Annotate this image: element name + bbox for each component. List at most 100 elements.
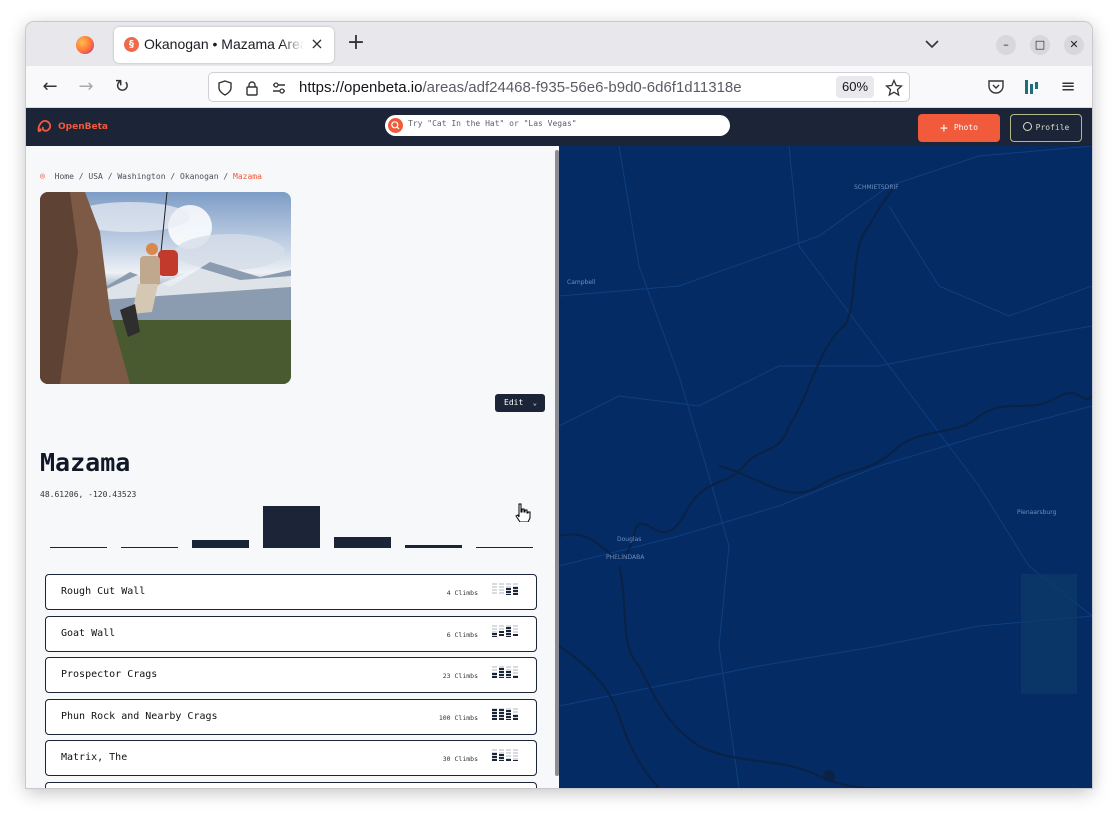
shield-icon[interactable] [217, 80, 233, 96]
tab-list-chevron-icon[interactable] [922, 34, 942, 54]
grade-distribution-column [513, 624, 518, 637]
openbeta-favicon-icon: § [124, 37, 139, 52]
breadcrumb-item-home[interactable]: Home [55, 172, 74, 181]
grade-distribution-fill [499, 630, 504, 637]
pocket-icon[interactable] [987, 78, 1005, 96]
firefox-icon[interactable] [76, 36, 94, 54]
area-photo[interactable] [40, 192, 291, 384]
forward-icon[interactable]: → [73, 75, 99, 99]
site-header: OpenBeta Try "Cat In the Hat" or "Las Ve… [26, 108, 1092, 146]
add-photo-button[interactable]: + Photo [918, 114, 1000, 142]
breadcrumb-separator: / [107, 172, 113, 181]
back-icon[interactable]: ← [37, 75, 63, 99]
subarea-card[interactable]: Rough Cut Wall 4 Climbs [45, 574, 537, 610]
area-coordinates[interactable]: 48.61206, -120.43523 [40, 490, 136, 499]
menu-icon[interactable]: ≡ [1055, 75, 1081, 99]
permissions-icon[interactable] [271, 80, 287, 96]
hand-cursor-icon [515, 503, 531, 522]
breadcrumb-item-washington[interactable]: Washington [117, 172, 165, 181]
edit-dropdown-button[interactable]: Edit ⌄ [495, 394, 545, 412]
browser-window: § Okanogan • Mazama Area × + – □ ✕ ← → ↻… [26, 22, 1092, 788]
openbeta-logo-icon [37, 120, 52, 133]
grade-distribution-fill [499, 668, 504, 678]
photo-label: Photo [953, 123, 978, 132]
url-text[interactable]: https://openbeta.io/areas/adf24468-f935-… [299, 79, 742, 96]
subarea-climb-count: 4 Climbs [446, 589, 478, 597]
zoom-level[interactable]: 60% [836, 76, 874, 98]
grade-distribution-fill [492, 752, 497, 761]
grade-distribution-column [492, 707, 497, 720]
new-tab-button[interactable]: + [344, 32, 368, 56]
grade-distribution-fill [492, 708, 497, 720]
grade-distribution-column [513, 583, 518, 595]
location-pin-icon: ⌾ [40, 172, 45, 181]
grade-distribution-column [499, 707, 504, 720]
grade-distribution-fill [499, 753, 504, 761]
breadcrumb-item-okanogan[interactable]: Okanogan [180, 172, 219, 181]
grade-distribution-fill [513, 675, 518, 678]
subarea-climb-count: 100 Climbs [438, 713, 478, 722]
breadcrumb-item-usa[interactable]: USA [88, 172, 102, 181]
map-label: PHELINDABA [606, 554, 645, 561]
search-placeholder: Try "Cat In the Hat" or "Las Vegas" [408, 119, 577, 128]
grade-distribution-fill [506, 587, 511, 595]
grade-distribution-column [513, 749, 518, 761]
tab-active[interactable]: § Okanogan • Mazama Area × [114, 27, 334, 63]
map[interactable]: SCHMIETSDRIF Campbell Douglas PHELINDABA… [559, 146, 1092, 788]
subarea-name: Goat Wall [61, 627, 116, 639]
map-label: Pienaarsburg [1017, 509, 1057, 516]
search-input[interactable]: Try "Cat In the Hat" or "Las Vegas" [385, 115, 730, 136]
grade-distribution-fill [513, 634, 518, 637]
chevron-down-icon: ⌄ [532, 399, 537, 407]
map-canvas [559, 146, 1092, 788]
profile-label: Profile [1035, 123, 1070, 132]
map-label: Campbell [567, 279, 596, 286]
map-label: Douglas [617, 536, 642, 543]
bookmark-star-icon[interactable] [885, 79, 903, 97]
plus-icon: + [940, 121, 948, 136]
grade-distribution-column [499, 583, 504, 595]
histogram-bar [263, 506, 320, 548]
breadcrumb-separator: / [170, 172, 176, 181]
subarea-climb-count: 23 Climbs [442, 672, 478, 680]
breadcrumb-separator: / [78, 172, 84, 181]
profile-button[interactable]: Profile [1010, 114, 1082, 142]
reload-icon[interactable]: ↻ [109, 75, 135, 99]
extension-icon[interactable] [1023, 78, 1041, 96]
grade-distribution-fill [499, 708, 504, 720]
subarea-card-partial[interactable] [45, 781, 537, 788]
close-window-icon[interactable]: ✕ [1064, 35, 1084, 55]
subarea-name: Prospector Crags [61, 669, 158, 680]
subarea-climb-count: 6 Climbs [446, 630, 478, 639]
map-label: SCHMIETSDRIF [854, 184, 899, 191]
grade-distribution-column [492, 749, 497, 761]
subarea-name: Phun Rock and Nearby Crags [61, 710, 218, 722]
grade-distribution-column [506, 749, 511, 761]
grade-distribution-column [492, 624, 497, 637]
url-bar[interactable]: https://openbeta.io/areas/adf24468-f935-… [208, 72, 910, 102]
openbeta-logo[interactable]: OpenBeta [36, 118, 108, 136]
grade-histogram [50, 504, 535, 548]
lock-icon[interactable] [244, 80, 260, 96]
close-tab-icon[interactable]: × [308, 35, 326, 53]
subarea-card[interactable]: Goat Wall 6 Climbs [45, 615, 537, 652]
grade-distribution-fill [506, 709, 511, 720]
histogram-bar [476, 546, 533, 548]
grade-distribution-column [513, 707, 518, 720]
subarea-card[interactable]: Matrix, The 30 Climbs [45, 740, 537, 776]
grade-distribution-column [499, 749, 504, 761]
grade-distribution-fill [506, 626, 511, 637]
subarea-name: Matrix, The [61, 752, 128, 763]
subarea-list: Rough Cut Wall 4 Climbs Goat Wall 6 Climbs P… [45, 574, 537, 788]
grade-distribution-column [499, 624, 504, 637]
edit-label: Edit [504, 398, 524, 407]
grade-distribution-column [506, 624, 511, 637]
subarea-card[interactable]: Prospector Crags 23 Climbs [45, 657, 537, 693]
breadcrumb: ⌾ Home / USA / Washington / Okanogan / M… [40, 172, 262, 181]
histogram-bar [405, 545, 462, 548]
histogram-bar [192, 539, 249, 548]
minimize-icon[interactable]: – [996, 35, 1016, 55]
subarea-card[interactable]: Phun Rock and Nearby Crags 100 Climbs [45, 698, 537, 735]
breadcrumb-separator: / [223, 172, 229, 181]
maximize-icon[interactable]: □ [1030, 35, 1050, 55]
